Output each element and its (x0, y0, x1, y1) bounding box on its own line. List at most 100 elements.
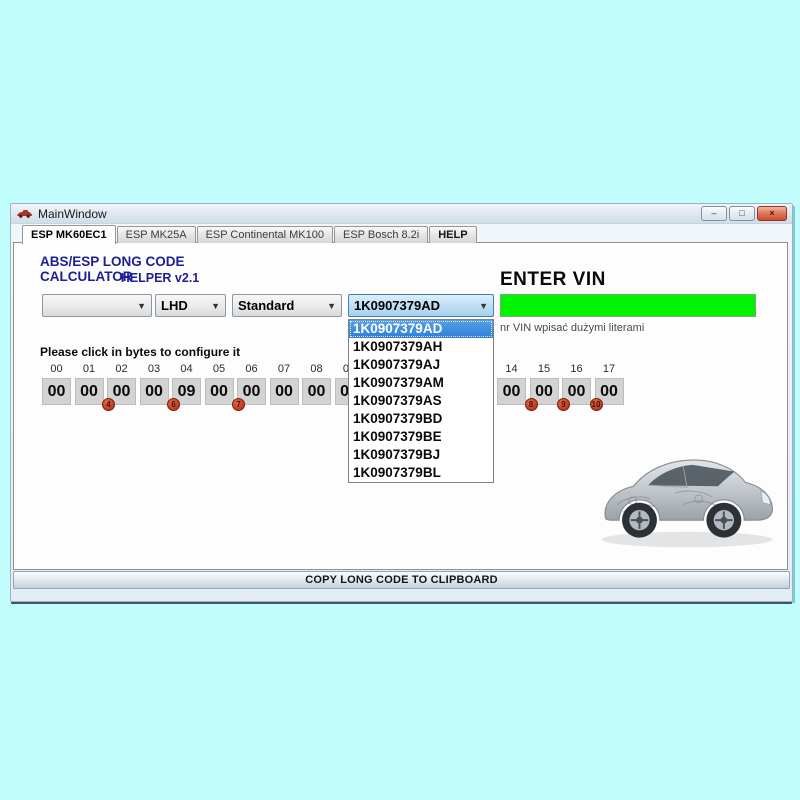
vin-hint: nr VIN wpisać dużymi literami (500, 322, 644, 334)
part-number-option[interactable]: 1K0907379AM (349, 374, 493, 392)
minimize-icon: – (711, 209, 716, 218)
tab[interactable]: ESP MK25A (117, 226, 196, 243)
part-number-option[interactable]: 1K0907379BD (349, 410, 493, 428)
variant-select-value: Standard (238, 298, 294, 313)
part-number-option[interactable]: 1K0907379AH (349, 338, 493, 356)
part-number-option[interactable]: 1K0907379BJ (349, 446, 493, 464)
model-select[interactable]: ▼ (42, 294, 152, 317)
byte-cell: 03 00 (140, 363, 169, 405)
byte-index-label: 02 (115, 363, 127, 378)
byte-cell: 01 00 (75, 363, 104, 405)
close-button[interactable]: × (757, 206, 787, 221)
byte-index-label: 05 (213, 363, 225, 378)
byte-value-box[interactable]: 00 (497, 378, 526, 405)
part-number-option-label: 1K0907379AH (353, 339, 442, 354)
part-number-option[interactable]: 1K0907379BL (349, 464, 493, 482)
drive-select-value: LHD (161, 298, 188, 313)
byte-cell: 17 00 10 (595, 363, 624, 405)
byte-cell: 02 00 4 (107, 363, 136, 405)
chevron-down-icon: ▼ (479, 301, 488, 311)
byte-index-label: 08 (310, 363, 322, 378)
part-number-option[interactable]: 1K0907379AD (349, 320, 493, 338)
byte-step-badge: 7 (232, 398, 245, 411)
byte-index-label: 14 (505, 363, 517, 378)
part-number-dropdown-list: 1K0907379AD 1K0907379AH 1K0907379AJ 1K09… (348, 319, 494, 483)
tab[interactable]: ESP Continental MK100 (197, 226, 333, 243)
byte-index-label: 07 (278, 363, 290, 378)
part-number-option-label: 1K0907379AJ (353, 357, 440, 372)
vin-input[interactable] (500, 294, 756, 317)
maximize-button[interactable]: □ (729, 206, 755, 221)
copy-long-code-button[interactable]: COPY LONG CODE TO CLIPBOARD (13, 571, 790, 589)
window-controls: – □ × (701, 206, 787, 221)
byte-step-badge: 9 (557, 398, 570, 411)
byte-step-badge: 6 (167, 398, 180, 411)
byte-index-label: 06 (245, 363, 257, 378)
page-subtitle: HELPER v2.1 (40, 271, 280, 285)
close-icon: × (769, 209, 774, 218)
byte-cell: 00 00 (42, 363, 71, 405)
byte-cell: 06 00 7 (237, 363, 266, 405)
tab-label: ESP MK25A (126, 229, 187, 241)
tab[interactable]: ESP Bosch 8.2i (334, 226, 428, 243)
car-image (590, 429, 784, 557)
byte-value-box[interactable]: 00 (205, 378, 234, 405)
tab-label: ESP Bosch 8.2i (343, 229, 419, 241)
part-number-option-label: 1K0907379BE (353, 429, 442, 444)
part-number-option-label: 1K0907379BD (353, 411, 442, 426)
tab[interactable]: ESP MK60EC1 (22, 225, 116, 244)
byte-step-badge: 8 (525, 398, 538, 411)
tab-page: ABS/ESP LONG CODE CALCULATOR HELPER v2.1… (13, 242, 788, 570)
tab-label: ESP MK60EC1 (31, 229, 107, 241)
part-number-option-label: 1K0907379BL (353, 465, 441, 480)
bytes-row: 00 00 01 00 02 00 4 (42, 363, 624, 405)
minimize-button[interactable]: – (701, 206, 727, 221)
byte-index-label: 04 (180, 363, 192, 378)
part-number-select-value: 1K0907379AD (354, 298, 440, 313)
byte-cell: 04 09 6 (172, 363, 201, 405)
part-number-option[interactable]: 1K0907379AS (349, 392, 493, 410)
part-number-option-label: 1K0907379AM (353, 375, 444, 390)
maximize-icon: □ (739, 209, 744, 218)
main-window: MainWindow – □ × ESP MK60EC1 (10, 203, 793, 602)
chevron-down-icon: ▼ (327, 301, 336, 311)
byte-index-label: 03 (148, 363, 160, 378)
chevron-down-icon: ▼ (137, 301, 146, 311)
part-number-option[interactable]: 1K0907379BE (349, 428, 493, 446)
byte-index-label: 01 (83, 363, 95, 378)
byte-cell: 16 00 9 (562, 363, 591, 405)
tab-label: ESP Continental MK100 (206, 229, 324, 241)
byte-cell: 14 00 (497, 363, 526, 405)
title-bar[interactable]: MainWindow – □ × (11, 204, 792, 224)
part-number-option[interactable]: 1K0907379AJ (349, 356, 493, 374)
byte-value-box[interactable]: 00 (270, 378, 299, 405)
tab-label: HELP (438, 229, 467, 241)
byte-index-label: 17 (603, 363, 615, 378)
byte-value-box[interactable]: 00 (75, 378, 104, 405)
window-title: MainWindow (38, 207, 107, 221)
byte-step-badge: 10 (590, 398, 603, 411)
byte-cell: 07 00 (270, 363, 299, 405)
byte-cell: 08 00 (302, 363, 331, 405)
part-number-option-label: 1K0907379AD (353, 321, 442, 336)
enter-vin-label: ENTER VIN (500, 269, 606, 291)
drive-select[interactable]: LHD ▼ (155, 294, 226, 317)
bytes-instruction: Please click in bytes to configure it (40, 345, 240, 359)
byte-step-badge: 4 (102, 398, 115, 411)
byte-value-box[interactable]: 00 (302, 378, 331, 405)
byte-value-box[interactable]: 00 (42, 378, 71, 405)
byte-index-label: 00 (50, 363, 62, 378)
byte-cell: 05 00 (205, 363, 234, 405)
byte-value-box[interactable]: 00 (140, 378, 169, 405)
app-car-icon (16, 208, 33, 220)
desktop-background: MainWindow – □ × ESP MK60EC1 (0, 0, 800, 800)
part-number-option-label: 1K0907379AS (353, 393, 442, 408)
chevron-down-icon: ▼ (211, 301, 220, 311)
tab[interactable]: HELP (429, 226, 476, 243)
byte-cell: 15 00 8 (530, 363, 559, 405)
part-number-select[interactable]: 1K0907379AD ▼ (348, 294, 494, 317)
copy-long-code-button-label: COPY LONG CODE TO CLIPBOARD (305, 574, 498, 586)
byte-index-label: 16 (570, 363, 582, 378)
variant-select[interactable]: Standard ▼ (232, 294, 342, 317)
byte-index-label: 15 (538, 363, 550, 378)
